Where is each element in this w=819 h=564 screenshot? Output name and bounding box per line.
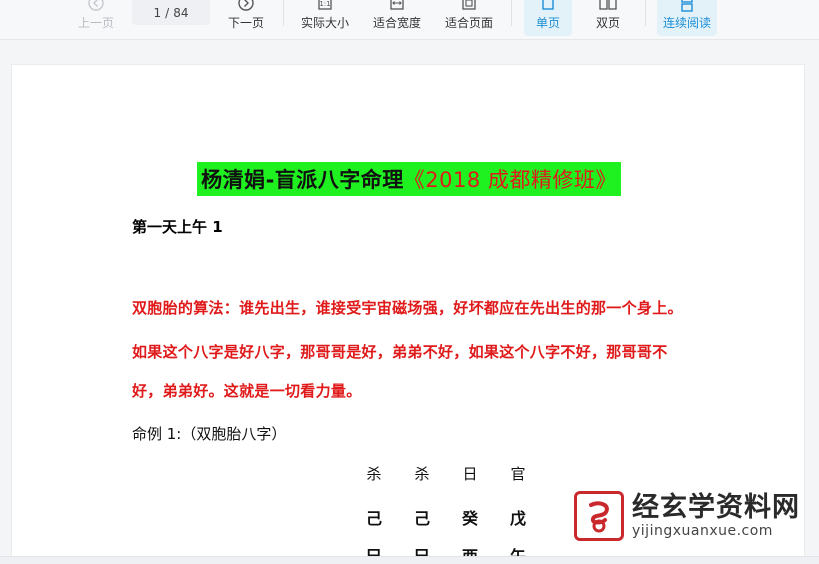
double-page-label: 双页 bbox=[595, 16, 620, 30]
bazi-cell: 杀 bbox=[414, 465, 430, 483]
status-bar bbox=[0, 556, 819, 564]
page-number-input[interactable]: 1 / 84 bbox=[132, 0, 210, 25]
continuous-reading-button[interactable]: 连续阅读 bbox=[657, 0, 717, 36]
case-label: 命例 1:（双胞胎八字） bbox=[132, 425, 287, 443]
toolbar-divider bbox=[511, 0, 512, 26]
fit-width-label: 适合宽度 bbox=[372, 16, 421, 30]
actual-size-icon: 1:1 bbox=[318, 0, 332, 10]
chevron-left-circle-icon bbox=[88, 0, 104, 11]
bazi-cell: 官 bbox=[510, 465, 526, 483]
title-main: 杨清娟-盲派八字命理 bbox=[201, 168, 404, 192]
fit-page-icon bbox=[462, 0, 476, 10]
paragraph-line: 双胞胎的算法：谁先出生，谁接受宇宙磁场强，好坏都应在先出生的那一个身上。 bbox=[132, 299, 683, 317]
svg-text:1:1: 1:1 bbox=[319, 0, 330, 8]
continuous-reading-icon bbox=[681, 0, 693, 12]
next-page-button[interactable]: 下一页 bbox=[222, 0, 270, 36]
prev-page-button[interactable]: 上一页 bbox=[72, 0, 120, 36]
fit-width-icon bbox=[390, 0, 404, 10]
page-current: 1 bbox=[153, 5, 162, 20]
bazi-cell: 杀 bbox=[366, 465, 382, 483]
title-row: 杨清娟-盲派八字命理《2018 成都精修班》 bbox=[12, 162, 806, 196]
watermark-url: yijingxuanxue.com bbox=[632, 523, 773, 539]
toolbar-divider bbox=[645, 0, 646, 26]
bazi-row-shishen: 杀 杀 日 官 bbox=[350, 463, 550, 484]
title-bracket: 《2018 成都精修班》 bbox=[403, 168, 617, 192]
document-title: 杨清娟-盲派八字命理《2018 成都精修班》 bbox=[197, 162, 621, 196]
fit-page-button[interactable]: 适合页面 bbox=[441, 0, 497, 36]
bazi-cell: 己 bbox=[413, 509, 430, 528]
bazi-cell: 癸 bbox=[461, 509, 478, 528]
fit-width-button[interactable]: 适合宽度 bbox=[369, 0, 425, 36]
fit-page-label: 适合页面 bbox=[444, 16, 493, 30]
double-page-button[interactable]: 双页 bbox=[584, 0, 632, 36]
paragraph-line: 如果这个八字是好八字，那哥哥是好，弟弟不好，如果这个八字不好，那哥哥不 bbox=[132, 343, 668, 361]
next-page-label: 下一页 bbox=[227, 16, 264, 30]
bazi-cell: 戊 bbox=[509, 509, 526, 528]
bazi-row-stems: 己 己 癸 戊 bbox=[350, 505, 550, 529]
actual-size-label: 实际大小 bbox=[300, 16, 349, 30]
watermark: 经玄学资料网 yijingxuanxue.com bbox=[574, 488, 819, 544]
continuous-reading-label: 连续阅读 bbox=[662, 16, 711, 30]
single-page-label: 单页 bbox=[535, 16, 560, 30]
section-subtitle: 第一天上午 1 bbox=[132, 218, 223, 236]
chevron-right-circle-icon bbox=[238, 0, 254, 11]
watermark-name: 经玄学资料网 bbox=[632, 492, 800, 523]
watermark-text: 经玄学资料网 yijingxuanxue.com bbox=[632, 492, 800, 540]
actual-size-button[interactable]: 1:1 实际大小 bbox=[297, 0, 353, 36]
page-separator: / bbox=[165, 5, 170, 20]
toolbar-divider bbox=[283, 0, 284, 26]
single-page-icon bbox=[542, 0, 554, 10]
bazi-cell: 日 bbox=[462, 465, 478, 483]
double-page-icon bbox=[599, 0, 617, 10]
paragraph-line: 好，弟弟好。这就是一切看力量。 bbox=[132, 382, 362, 400]
watermark-logo-icon bbox=[574, 491, 624, 541]
prev-page-label: 上一页 bbox=[77, 16, 114, 30]
single-page-button[interactable]: 单页 bbox=[524, 0, 572, 36]
bazi-cell: 己 bbox=[365, 509, 382, 528]
toolbar: 上一页 1 / 84 下一页 1:1 实际大小 适合宽度 适合页面 单页 双页 … bbox=[0, 0, 819, 40]
page-total: 84 bbox=[173, 5, 189, 20]
